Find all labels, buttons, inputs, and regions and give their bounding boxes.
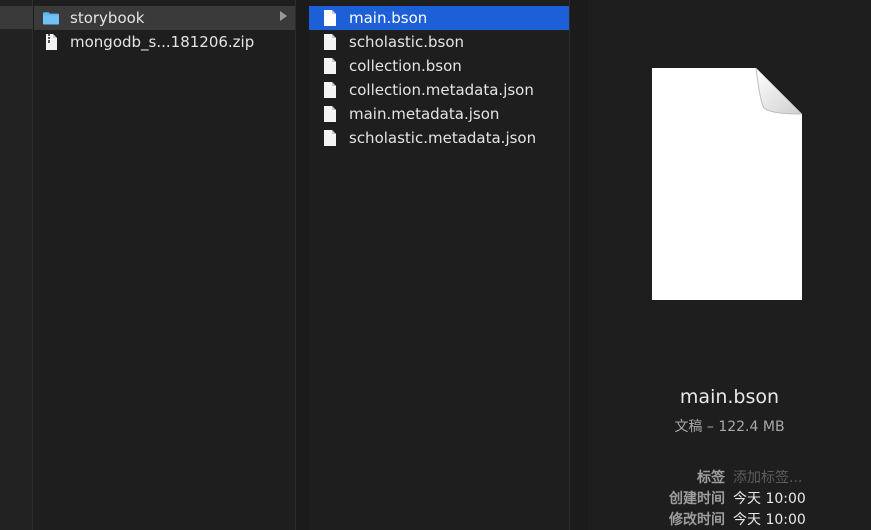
zip-file-icon xyxy=(42,33,60,51)
chevron-right-icon xyxy=(280,11,287,21)
finder-window: storybook mongodb_s...181206.zip main.bs… xyxy=(0,0,871,530)
tags-label: 标签 xyxy=(697,469,725,486)
list-item-main-metadata-json[interactable]: main.metadata.json xyxy=(309,102,569,126)
list-item-collection-bson[interactable]: collection.bson xyxy=(309,54,569,78)
list-item-zip[interactable]: mongodb_s...181206.zip xyxy=(34,30,295,54)
preview-file-kind-size: 文稿 – 122.4 MB xyxy=(674,419,785,435)
document-icon xyxy=(321,57,339,75)
list-item-storybook[interactable]: storybook xyxy=(34,6,295,30)
metadata-row-created: 创建时间 今天 10:00 xyxy=(588,487,871,508)
list-item-collection-metadata-json[interactable]: collection.metadata.json xyxy=(309,78,569,102)
list-item-label: main.bson xyxy=(349,9,428,27)
column-divider[interactable] xyxy=(570,0,588,530)
preview-file-name: main.bson xyxy=(679,386,780,408)
document-icon xyxy=(321,129,339,147)
document-icon xyxy=(321,9,339,27)
list-item-label: main.metadata.json xyxy=(349,105,500,123)
list-item-main-bson[interactable]: main.bson xyxy=(309,6,569,30)
tags-input[interactable]: 添加标签... xyxy=(733,467,802,487)
parent-selected-row[interactable] xyxy=(0,6,33,29)
preview-pane: main.bson 文稿 – 122.4 MB 标签 添加标签... 创建时间 … xyxy=(588,0,871,530)
list-item-label: mongodb_s...181206.zip xyxy=(70,33,255,51)
parent-column xyxy=(0,0,33,530)
list-item-scholastic-metadata-json[interactable]: scholastic.metadata.json xyxy=(309,126,569,150)
preview-metadata: 标签 添加标签... 创建时间 今天 10:00 修改时间 今天 10:00 xyxy=(588,466,871,529)
document-preview-icon xyxy=(652,68,802,300)
list-item-label: scholastic.bson xyxy=(349,33,465,51)
column-storybook-contents: main.bson scholastic.bson collection.bso… xyxy=(309,0,570,530)
metadata-row-tags: 标签 添加标签... xyxy=(588,466,871,487)
list-item-label: collection.metadata.json xyxy=(349,81,534,99)
document-icon xyxy=(321,105,339,123)
list-item-label: collection.bson xyxy=(349,57,462,75)
list-item-label: storybook xyxy=(70,9,145,27)
folder-icon xyxy=(42,9,60,27)
list-item-scholastic-bson[interactable]: scholastic.bson xyxy=(309,30,569,54)
column2-list: main.bson scholastic.bson collection.bso… xyxy=(309,6,569,150)
modified-label: 修改时间 xyxy=(669,511,725,528)
document-icon xyxy=(321,81,339,99)
created-label: 创建时间 xyxy=(669,490,725,507)
column-storybook-parent: storybook mongodb_s...181206.zip xyxy=(34,0,296,530)
document-icon xyxy=(321,33,339,51)
metadata-row-modified: 修改时间 今天 10:00 xyxy=(588,508,871,529)
list-item-label: scholastic.metadata.json xyxy=(349,129,537,147)
modified-value: 今天 10:00 xyxy=(733,511,806,528)
column1-list: storybook mongodb_s...181206.zip xyxy=(34,6,295,54)
created-value: 今天 10:00 xyxy=(733,490,806,507)
column-divider[interactable] xyxy=(296,0,309,530)
